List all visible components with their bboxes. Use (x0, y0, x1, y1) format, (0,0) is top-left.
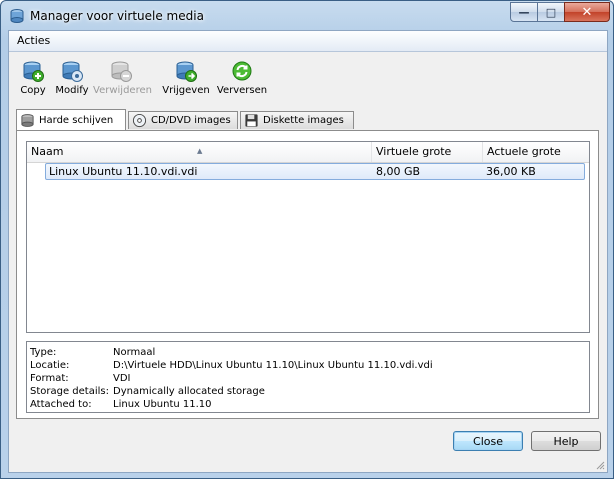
detail-type-value: Normaal (113, 347, 156, 358)
maximize-icon: □ (545, 5, 557, 19)
detail-format-value: VDI (113, 373, 131, 384)
detail-storage-value: Dynamically allocated storage (113, 386, 265, 397)
media-list[interactable]: Naam ▲ Virtuele grote Actuele grote Linu… (26, 141, 590, 333)
column-header-virtual-size-label: Virtuele grote (376, 145, 452, 158)
remove-label: Verwijderen (93, 85, 152, 96)
sort-ascending-icon: ▲ (197, 147, 203, 155)
list-header: Naam ▲ Virtuele grote Actuele grote (27, 142, 589, 163)
copy-label: Copy (20, 85, 46, 96)
column-header-name[interactable]: Naam ▲ (27, 142, 372, 162)
release-button[interactable]: Vrijgeven (161, 59, 211, 103)
maximize-button[interactable]: □ (537, 2, 565, 22)
minimize-icon: — (518, 5, 530, 19)
floppy-icon (245, 114, 258, 127)
tab-strip: Harde schijven CD/DVD images Diskette im… (16, 109, 599, 131)
menu-bar: Acties (9, 31, 607, 52)
tab-hard-disks[interactable]: Harde schijven (16, 109, 126, 130)
remove-button[interactable]: Verwijderen (93, 59, 152, 103)
close-button[interactable]: Close (453, 431, 523, 451)
modify-disk-icon (62, 61, 83, 82)
refresh-icon (232, 61, 252, 81)
remove-disk-icon (111, 61, 132, 82)
menu-acties[interactable]: Acties (17, 34, 50, 47)
detail-location-label: Locatie: (30, 360, 70, 371)
close-button-label: Close (473, 434, 503, 448)
detail-format-label: Format: (30, 373, 69, 384)
refresh-label: Verversen (216, 85, 268, 96)
detail-storage-label: Storage details: (30, 386, 109, 397)
close-window-button[interactable]: ✕ (564, 2, 610, 22)
detail-location-value: D:\Virtuele HDD\Linux Ubuntu 11.10\Linux… (113, 360, 433, 371)
window-title: Manager voor virtuele media (30, 9, 204, 23)
column-header-virtual-size[interactable]: Virtuele grote (372, 142, 483, 162)
modify-label: Modify (55, 85, 89, 96)
tab-hard-disks-label: Harde schijven (39, 114, 114, 126)
app-window: Manager voor virtuele media — □ ✕ Acties… (0, 0, 614, 479)
cd-dvd-icon (132, 113, 147, 128)
tab-cd-dvd-label: CD/DVD images (151, 115, 231, 126)
row-name: Linux Ubuntu 11.10.vdi.vdi (49, 165, 198, 178)
copy-button[interactable]: Copy (15, 59, 51, 103)
tab-panel: Naam ▲ Virtuele grote Actuele grote Linu… (16, 130, 599, 419)
release-label: Vrijgeven (162, 85, 210, 96)
release-disk-icon (176, 61, 197, 82)
title-bar[interactable]: Manager voor virtuele media — □ ✕ (1, 1, 613, 31)
help-button[interactable]: Help (531, 431, 601, 451)
column-header-name-label: Naam (31, 145, 64, 158)
help-button-label: Help (553, 434, 579, 448)
table-row[interactable]: Linux Ubuntu 11.10.vdi.vdi 8,00 GB 36,00… (45, 163, 585, 180)
resize-grip-icon[interactable] (595, 460, 605, 470)
client-area: Acties Copy Modify Verwijderen Vrijgeven… (8, 30, 608, 473)
column-header-actual-size-label: Actuele grote (487, 145, 561, 158)
refresh-button[interactable]: Verversen (215, 59, 269, 103)
copy-disk-icon (23, 61, 44, 82)
column-header-actual-size[interactable]: Actuele grote (483, 142, 589, 162)
hard-disk-icon (21, 113, 34, 127)
details-panel: Type: Normaal Locatie: D:\Virtuele HDD\L… (26, 341, 590, 413)
virtual-media-icon (10, 9, 24, 23)
tab-floppy-label: Diskette images (263, 115, 344, 126)
close-icon: ✕ (581, 4, 593, 20)
detail-type-label: Type: (30, 347, 57, 358)
row-virtual-size: 8,00 GB (376, 165, 421, 178)
modify-button[interactable]: Modify (53, 59, 91, 103)
detail-attached-value: Linux Ubuntu 11.10 (113, 399, 212, 410)
detail-attached-label: Attached to: (30, 399, 92, 410)
minimize-button[interactable]: — (510, 2, 538, 22)
tab-cd-dvd[interactable]: CD/DVD images (128, 111, 238, 129)
row-actual-size: 36,00 KB (486, 165, 536, 178)
tab-floppy[interactable]: Diskette images (240, 111, 354, 129)
